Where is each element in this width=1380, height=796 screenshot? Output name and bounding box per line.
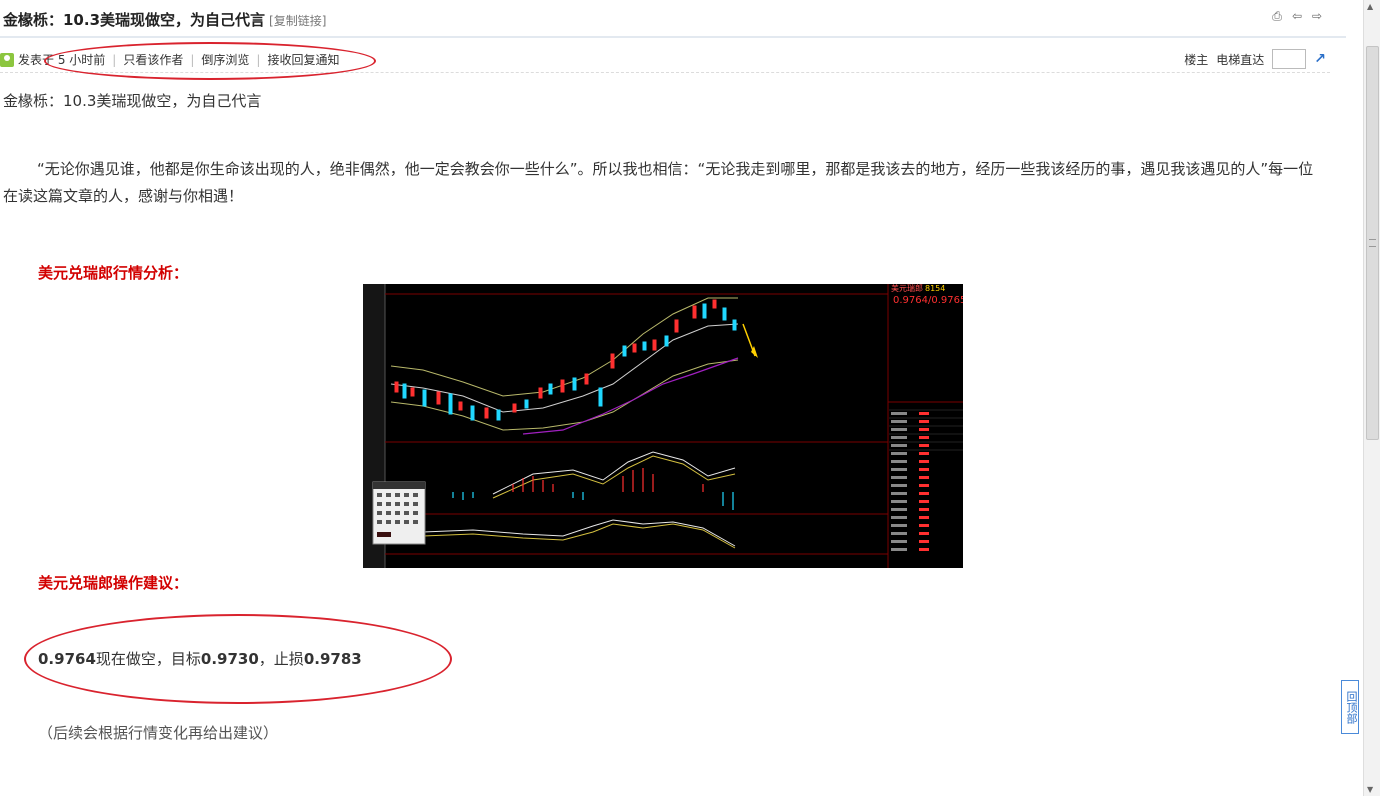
prev-thread-icon[interactable]: ⇦ [1290, 9, 1304, 23]
annotation-ellipse-advice [24, 614, 452, 704]
advice-title: 美元兑瑞郎操作建议： [38, 574, 189, 592]
analysis-title: 美元兑瑞郎行情分析： [38, 264, 189, 282]
user-online-icon [0, 52, 14, 67]
scroll-down-icon[interactable]: ▼ [1367, 785, 1373, 794]
scroll-thumb[interactable] [1366, 46, 1379, 440]
elevator-label: 电梯直达 [1216, 52, 1265, 67]
thread-title-bar: 金椽栎：10.3美瑞现做空，为自己代言 [复制链接] ⎙ ⇦ ⇨ [0, 0, 1346, 38]
post-heading: 金椽栎：10.3美瑞现做空，为自己代言 [3, 92, 262, 110]
page-scrollbar[interactable]: ▲ ▼ [1363, 0, 1380, 796]
chart-code: 8154 [925, 284, 945, 293]
chart-graphic: 美元瑞郎 8154 0.9764/0.9765 [363, 284, 963, 568]
forex-chart-image: 美元瑞郎 8154 0.9764/0.9765 [363, 284, 963, 568]
thread-title-text: 金椽栎：10.3美瑞现做空，为自己代言 [3, 11, 266, 29]
copy-link[interactable]: [复制链接] [269, 14, 326, 28]
post-meta-right: 楼主 电梯直达 ↗ [1184, 49, 1326, 69]
thread-title: 金椽栎：10.3美瑞现做空，为自己代言 [复制链接] [3, 9, 326, 30]
scroll-up-icon[interactable]: ▲ [1367, 2, 1373, 11]
next-thread-icon[interactable]: ⇨ [1310, 9, 1324, 23]
annotation-ellipse-meta [44, 42, 376, 80]
chart-symbol: 美元瑞郎 [891, 284, 923, 293]
print-icon[interactable]: ⎙ [1270, 9, 1284, 23]
post-quote: “无论你遇见谁，他都是你生命该出现的人，绝非偶然，他一定会教会你一些什么”。所以… [3, 160, 1314, 205]
floor-owner-label: 楼主 [1184, 52, 1209, 67]
back-to-top-button[interactable]: 回顶部 [1341, 680, 1359, 734]
elevator-go-icon[interactable]: ↗ [1314, 51, 1326, 67]
scroll-grip [1369, 239, 1376, 247]
chart-quote: 0.9764/0.9765 [893, 295, 963, 306]
title-icons: ⎙ ⇦ ⇨ [1270, 9, 1324, 23]
followup-note: （后续会根据行情变化再给出建议） [38, 724, 279, 742]
floor-number-input[interactable] [1272, 49, 1307, 69]
